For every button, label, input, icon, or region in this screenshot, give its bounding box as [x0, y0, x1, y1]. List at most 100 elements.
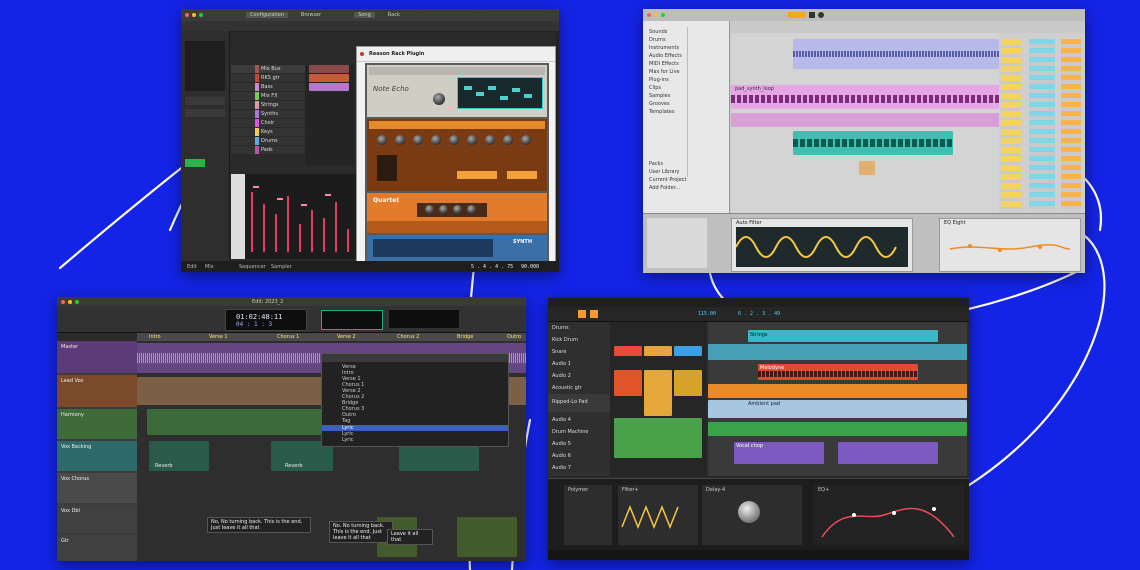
browser-item[interactable]: Clips	[649, 85, 661, 91]
eq-device[interactable]: EQ+	[814, 485, 964, 545]
lyric-box[interactable]: No. No turning back. This is the end. Ju…	[329, 521, 393, 543]
marker[interactable]: Verse 2	[337, 334, 356, 340]
filter-device[interactable]: Filter+	[618, 485, 698, 545]
places-item[interactable]: Add Folder...	[649, 185, 680, 191]
browser-item[interactable]: Sounds	[649, 29, 667, 35]
track-header[interactable]: Gtr	[57, 535, 137, 561]
maximize-icon[interactable]	[199, 13, 203, 17]
lyric-box[interactable]: Leave it all that	[387, 529, 433, 545]
track-header[interactable]: Lead Vox	[57, 375, 137, 407]
clip[interactable]	[644, 370, 672, 416]
clip[interactable]	[674, 370, 702, 396]
ableton-arrangement[interactable]: pad_synth_loop	[731, 33, 999, 213]
places-item[interactable]: Packs	[649, 161, 663, 167]
clip[interactable]	[859, 161, 875, 175]
note-echo-device[interactable]: Note Echo	[367, 65, 547, 117]
record-enable-button[interactable]	[185, 159, 205, 167]
maximize-icon[interactable]	[661, 13, 665, 17]
rate-knob[interactable]	[433, 93, 445, 105]
tab-mix[interactable]: Mix	[205, 264, 214, 270]
track-header[interactable]: Vox Chorus	[57, 473, 137, 503]
track-header[interactable]: Vox Dbl	[57, 505, 137, 533]
clip[interactable]	[457, 517, 517, 557]
marker-list-item[interactable]: Lyric	[342, 437, 353, 443]
tab-edit[interactable]: Edit	[187, 264, 197, 270]
tab-browser[interactable]: Browser	[301, 12, 321, 18]
track-row[interactable]: Ripped-Lo Pad	[548, 394, 610, 412]
tab-song[interactable]: Song	[354, 12, 375, 18]
browser-item[interactable]: Plug-ins	[649, 77, 669, 83]
browser-item[interactable]: Grooves	[649, 101, 670, 107]
clip[interactable]: Strings	[748, 330, 938, 342]
quartet-device[interactable]: Quartet	[367, 193, 547, 233]
marker[interactable]: Chorus 2	[397, 334, 419, 340]
clip-launcher[interactable]	[610, 322, 706, 476]
tab-configuration[interactable]: Configuration	[246, 12, 288, 18]
stop-button[interactable]	[809, 12, 815, 18]
clip[interactable]	[793, 131, 953, 155]
track-row[interactable]: Drums	[548, 322, 610, 333]
clip[interactable]: Ambient pad	[708, 400, 967, 418]
close-icon[interactable]	[185, 13, 189, 17]
track-row[interactable]: Audio 4	[548, 414, 610, 425]
arranger[interactable]: Strings Melodyne Ambient pad Vocal chop	[708, 322, 967, 476]
marker[interactable]: Bridge	[457, 334, 473, 340]
track-row[interactable]: Kick Drum	[548, 334, 610, 345]
record-button[interactable]	[590, 310, 598, 318]
track-row[interactable]: Audio 5	[548, 438, 610, 449]
track-header[interactable]: Vox Backing	[57, 441, 137, 471]
browser-item[interactable]: Instruments	[649, 45, 679, 51]
clip[interactable]	[614, 346, 642, 356]
marker[interactable]: Verse 1	[209, 334, 228, 340]
main-counter[interactable]: 01:02:48:11 04 : 1 : 3	[225, 309, 307, 331]
track-row[interactable]: Audio 2	[548, 370, 610, 381]
clip[interactable]	[793, 39, 999, 69]
synth-blue-device[interactable]: SYNTH	[367, 235, 547, 261]
synth-device[interactable]	[367, 119, 547, 191]
track-header[interactable]: Harmony	[57, 409, 137, 439]
places-item[interactable]: Current Project	[649, 177, 686, 183]
marker-list-item[interactable]: Tag	[342, 418, 350, 424]
polymer-device[interactable]: Polymer	[564, 485, 612, 545]
clip[interactable]	[838, 442, 938, 464]
clip[interactable]	[614, 370, 642, 396]
clip[interactable]	[708, 422, 967, 436]
auto-filter-device[interactable]: Auto Filter	[731, 218, 913, 272]
close-icon[interactable]	[647, 13, 651, 17]
clip[interactable]: pad_synth_loop	[731, 85, 999, 109]
clip[interactable]: Reverb	[149, 441, 209, 471]
tab-rack[interactable]: Rack	[388, 12, 400, 18]
play-button[interactable]	[788, 12, 806, 18]
track-row[interactable]: Audio 6	[548, 450, 610, 461]
marker[interactable]: Outro	[507, 334, 521, 340]
browser-item[interactable]: Max for Live	[649, 69, 680, 75]
clip[interactable]	[731, 113, 999, 127]
browser-item[interactable]: MIDI Effects	[649, 61, 679, 67]
clip[interactable]	[708, 344, 967, 360]
track-row[interactable]: Drum Machine	[548, 426, 610, 437]
marker[interactable]: Chorus 1	[277, 334, 299, 340]
track-row[interactable]: Snare	[548, 346, 610, 357]
track-row[interactable]: Audio 1	[548, 358, 610, 369]
eq-eight-device[interactable]: EQ Eight	[939, 218, 1081, 272]
places-item[interactable]: User Library	[649, 169, 679, 175]
clip[interactable]	[674, 346, 702, 356]
close-icon[interactable]	[61, 299, 65, 304]
track-header[interactable]: Master	[57, 341, 137, 373]
clip[interactable]	[708, 384, 967, 398]
clip[interactable]: Melodyne	[758, 364, 918, 380]
lyric-box[interactable]: No, No turning back. This is the end, Ju…	[207, 517, 311, 533]
minimize-icon[interactable]	[192, 13, 196, 17]
maximize-icon[interactable]	[75, 299, 79, 304]
tempo-display[interactable]: 115.00	[698, 311, 716, 317]
marker[interactable]: Intro	[149, 334, 161, 340]
browser-item[interactable]: Samples	[649, 93, 670, 99]
play-button[interactable]	[578, 310, 586, 318]
clip[interactable]: Vocal chop	[734, 442, 824, 464]
browser-item[interactable]: Audio Effects	[649, 53, 682, 59]
delay-device[interactable]: Delay-4	[702, 485, 802, 545]
browser-item[interactable]: Templates	[649, 109, 674, 115]
record-button[interactable]	[818, 12, 824, 18]
minimize-icon[interactable]	[68, 299, 72, 304]
track-row[interactable]: Acoustic gtr	[548, 382, 610, 393]
